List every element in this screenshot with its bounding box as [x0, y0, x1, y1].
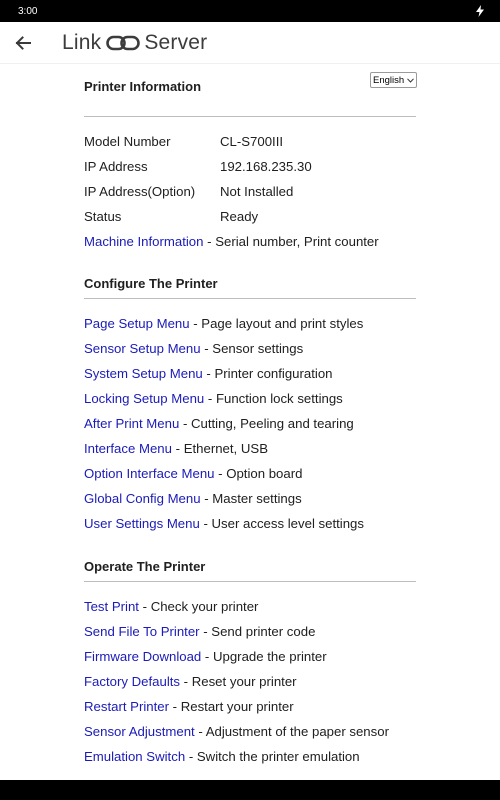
sensor-setup-menu-desc: - Sensor settings [200, 341, 304, 356]
system-setup-menu-link[interactable]: System Setup Menu [84, 366, 203, 381]
interface-menu-desc: - Ethernet, USB [171, 441, 268, 456]
chevron-down-icon [407, 77, 414, 83]
option-interface-menu-desc: - Option board [214, 466, 303, 481]
back-arrow-icon[interactable] [12, 32, 34, 54]
language-select-value: English [373, 74, 405, 86]
machine-information-desc: - Serial number, Print counter [203, 234, 379, 249]
locking-setup-menu-desc: - Function lock settings [204, 391, 343, 406]
restart-printer-desc: - Restart your printer [169, 699, 294, 714]
emulation-switch-link[interactable]: Emulation Switch [84, 749, 185, 764]
factory-defaults-desc: - Reset your printer [180, 674, 297, 689]
page-setup-menu-desc: - Page layout and print styles [189, 316, 364, 331]
sensor-adjustment-link[interactable]: Sensor Adjustment [84, 724, 195, 739]
configure-title: Configure The Printer [84, 276, 218, 291]
list-item: Interface Menu - Ethernet, USB [84, 441, 268, 457]
language-select[interactable]: English [370, 72, 417, 88]
interface-menu-link[interactable]: Interface Menu [84, 441, 172, 456]
sensor-adjustment-desc: - Adjustment of the paper sensor [194, 724, 389, 739]
global-config-menu-link[interactable]: Global Config Menu [84, 491, 201, 506]
list-item: System Setup Menu - Printer configuratio… [84, 366, 333, 382]
ip-address-label: IP Address [84, 159, 148, 174]
locking-setup-menu-link[interactable]: Locking Setup Menu [84, 391, 204, 406]
sensor-setup-menu-link[interactable]: Sensor Setup Menu [84, 341, 201, 356]
machine-information-link[interactable]: Machine Information [84, 234, 203, 249]
list-item: Locking Setup Menu - Function lock setti… [84, 391, 343, 407]
user-settings-menu-desc: - User access level settings [199, 516, 364, 531]
firmware-download-link[interactable]: Firmware Download [84, 649, 201, 664]
system-setup-menu-desc: - Printer configuration [202, 366, 333, 381]
factory-defaults-link[interactable]: Factory Defaults [84, 674, 180, 689]
page-content: Printer Information English Model Number… [0, 64, 500, 780]
divider [84, 298, 416, 299]
after-print-menu-link[interactable]: After Print Menu [84, 416, 179, 431]
status-bar: 3:00 [0, 0, 500, 22]
app-logo: Link Server [62, 31, 207, 55]
link-chain-icon [106, 35, 141, 50]
test-print-link[interactable]: Test Print [84, 599, 139, 614]
list-item: Sensor Setup Menu - Sensor settings [84, 341, 303, 357]
option-interface-menu-link[interactable]: Option Interface Menu [84, 466, 214, 481]
divider [84, 116, 416, 117]
navigation-bar [0, 780, 500, 800]
status-label: Status [84, 209, 122, 224]
list-item: Page Setup Menu - Page layout and print … [84, 316, 363, 332]
status-value: Ready [220, 209, 259, 224]
logo-text-link: Link [62, 30, 102, 54]
list-item: Firmware Download - Upgrade the printer [84, 649, 327, 665]
ip-address-option-label: IP Address(Option) [84, 184, 196, 199]
ip-address-option-value: Not Installed [220, 184, 294, 199]
model-number-value: CL-S700III [220, 134, 284, 149]
machine-info-row: Machine Information - Serial number, Pri… [84, 234, 379, 250]
restart-printer-link[interactable]: Restart Printer [84, 699, 169, 714]
list-item: Restart Printer - Restart your printer [84, 699, 294, 715]
list-item: Factory Defaults - Reset your printer [84, 674, 297, 690]
list-item: Global Config Menu - Master settings [84, 491, 302, 507]
list-item: Option Interface Menu - Option board [84, 466, 302, 482]
send-file-link[interactable]: Send File To Printer [84, 624, 200, 639]
operate-title: Operate The Printer [84, 559, 206, 574]
divider [84, 581, 416, 582]
model-number-label: Model Number [84, 134, 171, 149]
after-print-menu-desc: - Cutting, Peeling and tearing [179, 416, 354, 431]
user-settings-menu-link[interactable]: User Settings Menu [84, 516, 200, 531]
list-item: After Print Menu - Cutting, Peeling and … [84, 416, 354, 432]
list-item: Send File To Printer - Send printer code [84, 624, 315, 640]
list-item: Emulation Switch - Switch the printer em… [84, 749, 360, 765]
list-item: Sensor Adjustment - Adjustment of the pa… [84, 724, 389, 740]
test-print-desc: - Check your printer [138, 599, 259, 614]
emulation-switch-desc: - Switch the printer emulation [185, 749, 360, 764]
firmware-download-desc: - Upgrade the printer [201, 649, 327, 664]
status-time: 3:00 [18, 5, 38, 17]
send-file-desc: - Send printer code [199, 624, 316, 639]
global-config-menu-desc: - Master settings [200, 491, 302, 506]
app-bar: Link Server [0, 22, 500, 64]
list-item: User Settings Menu - User access level s… [84, 516, 364, 532]
printer-info-title: Printer Information [84, 79, 202, 94]
ip-address-value: 192.168.235.30 [220, 159, 312, 174]
logo-text-server: Server [144, 30, 208, 54]
page-setup-menu-link[interactable]: Page Setup Menu [84, 316, 190, 331]
battery-charging-icon [474, 5, 486, 17]
list-item: Test Print - Check your printer [84, 599, 258, 615]
